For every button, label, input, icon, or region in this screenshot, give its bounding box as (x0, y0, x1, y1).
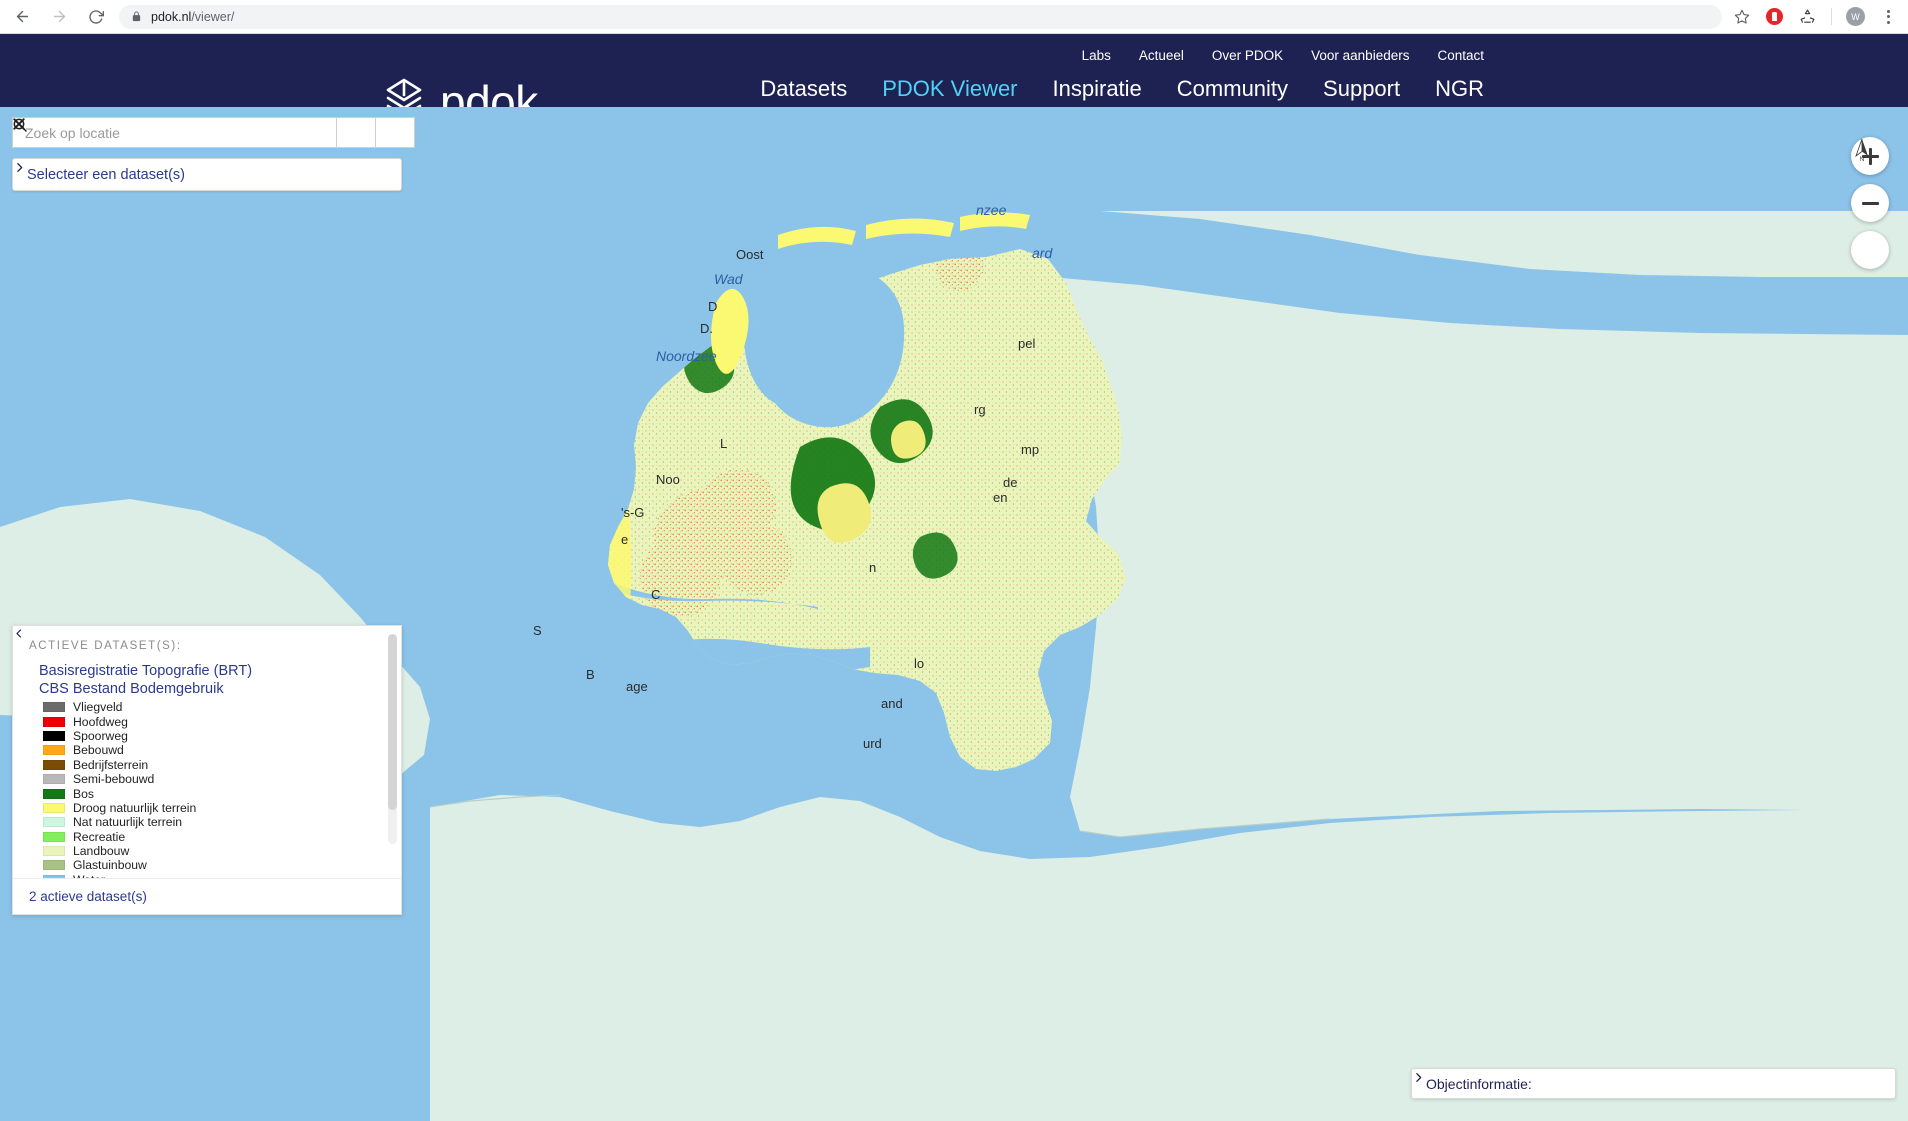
compass-north-icon: N (1855, 138, 1868, 161)
map-graphic (0, 107, 1908, 1121)
legend-scroll-area: ACTIEVE DATASET(S): Basisregistratie Top… (13, 626, 401, 878)
nav-voor-aanbieders[interactable]: Voor aanbieders (1311, 48, 1409, 63)
adblock-stop-icon[interactable] (1765, 7, 1784, 26)
legend-label: Landbouw (73, 844, 130, 859)
legend-swatch (43, 745, 65, 756)
legend-item: Water (43, 873, 401, 878)
nav-datasets[interactable]: Datasets (760, 76, 847, 102)
dataset-name-cbs[interactable]: CBS Bestand Bodemgebruik (39, 681, 401, 697)
legend-swatch (43, 817, 65, 828)
legend-item: Bebouwd (43, 743, 401, 757)
foreign-land-germany (1050, 277, 1908, 837)
legend-items-list: Vliegveld Hoofdweg Spoorweg Bebouwd Bedr… (43, 700, 401, 878)
legend-label: Bedrijfsterrein (73, 757, 149, 772)
legend-item: Droog natuurlijk terrein (43, 801, 401, 815)
object-info-panel[interactable]: Objectinformatie: (1411, 1068, 1896, 1099)
legend-swatch (43, 759, 65, 770)
dataset-name-brt[interactable]: Basisregistratie Topografie (BRT) (39, 663, 401, 679)
compass-button[interactable]: N (1851, 138, 1889, 269)
dataset-selector-label: Selecteer een dataset(s) (27, 166, 185, 183)
legend-swatch (43, 860, 65, 871)
minus-icon (1861, 195, 1879, 212)
kebab-menu-icon[interactable] (1879, 7, 1898, 26)
legend-item: Landbouw (43, 844, 401, 858)
legend-item: Semi-bebouwd (43, 772, 401, 786)
nav-support[interactable]: Support (1323, 76, 1400, 102)
profile-avatar[interactable]: W (1846, 7, 1865, 26)
search-button[interactable] (13, 117, 376, 148)
nav-actueel[interactable]: Actueel (1139, 48, 1184, 63)
url-host: pdok.nl (151, 9, 192, 24)
legend-swatch (43, 846, 65, 857)
legend-label: Semi-bebouwd (73, 772, 155, 787)
legend-swatch (43, 702, 65, 713)
legend-swatch (43, 874, 65, 878)
site-header: pdok Labs Actueel Over PDOK Voor aanbied… (0, 34, 1908, 125)
zoom-out-button[interactable] (1851, 184, 1889, 222)
legend-label: Nat natuurlijk terrein (73, 815, 183, 830)
browser-toolbar: pdok.nl/viewer/ W (0, 0, 1908, 34)
browser-forward-button[interactable] (44, 2, 74, 32)
clear-search-button[interactable] (13, 117, 415, 148)
active-datasets-panel: ACTIEVE DATASET(S): Basisregistratie Top… (12, 625, 402, 915)
map-zoom-controls: N (1851, 137, 1889, 269)
legend-footer: 2 actieve dataset(s) (13, 629, 401, 914)
legend-label: Bebouwd (73, 743, 124, 758)
legend-item: Recreatie (43, 830, 401, 844)
svg-text:N: N (1860, 156, 1865, 161)
lock-icon (131, 11, 142, 22)
nav-labs[interactable]: Labs (1082, 48, 1111, 63)
nav-pdok-viewer[interactable]: PDOK Viewer (882, 76, 1017, 102)
address-bar[interactable]: pdok.nl/viewer/ (119, 4, 1722, 29)
legend-label: Water (73, 873, 105, 878)
location-search (12, 117, 415, 148)
legend-label: Recreatie (73, 829, 126, 844)
legend-item: Bedrijfsterrein (43, 758, 401, 772)
nav-contact[interactable]: Contact (1437, 48, 1484, 63)
legend-label: Spoorweg (73, 728, 128, 743)
legend-swatch (43, 774, 65, 785)
legend-swatch (43, 802, 65, 813)
browser-reload-button[interactable] (81, 2, 111, 32)
legend-label: Vliegveld (73, 700, 123, 715)
legend-item: Bos (43, 786, 401, 801)
legend-label: Hoofdweg (73, 714, 128, 729)
legend-item: Hoofdweg (43, 714, 401, 729)
map-canvas[interactable]: Noordzee Wad nzee ard Oost D D. pel rg m… (0, 107, 1908, 1121)
toolbar-divider (1831, 8, 1832, 25)
legend-swatch (43, 716, 65, 727)
recycle-icon[interactable] (1798, 7, 1817, 26)
legend-swatch (43, 831, 65, 842)
search-input[interactable] (25, 124, 324, 141)
star-icon[interactable] (1732, 7, 1751, 26)
primary-nav: Datasets PDOK Viewer Inspiratie Communit… (0, 76, 1908, 102)
search-input-wrapper[interactable] (12, 117, 337, 148)
nav-community[interactable]: Community (1177, 76, 1288, 102)
legend-label: Droog natuurlijk terrein (73, 800, 197, 815)
browser-toolbar-icons: W (1732, 7, 1908, 26)
nav-ngr[interactable]: NGR (1435, 76, 1484, 102)
active-dataset-count: 2 actieve dataset(s) (29, 889, 147, 904)
legend-item: Spoorweg (43, 729, 401, 743)
nav-over-pdok[interactable]: Over PDOK (1212, 48, 1283, 63)
legend-scrollbar-thumb[interactable] (388, 634, 397, 811)
legend-swatch (43, 730, 65, 741)
legend-item: Vliegveld (43, 700, 401, 714)
legend-swatch (43, 788, 65, 799)
secondary-nav: Labs Actueel Over PDOK Voor aanbieders C… (0, 48, 1908, 63)
object-info-label: Objectinformatie: (1426, 1075, 1532, 1092)
legend-scrollbar[interactable] (388, 634, 397, 844)
legend-item: Glastuinbouw (43, 858, 401, 872)
url-path: /viewer/ (191, 9, 235, 24)
nav-inspiratie[interactable]: Inspiratie (1053, 76, 1142, 102)
dataset-selector-button[interactable]: Selecteer een dataset(s) (12, 158, 402, 191)
legend-item: Nat natuurlijk terrein (43, 815, 401, 829)
legend-label: Bos (73, 786, 95, 801)
browser-back-button[interactable] (7, 2, 37, 32)
legend-title: ACTIEVE DATASET(S): (29, 640, 182, 652)
legend-label: Glastuinbouw (73, 858, 147, 873)
